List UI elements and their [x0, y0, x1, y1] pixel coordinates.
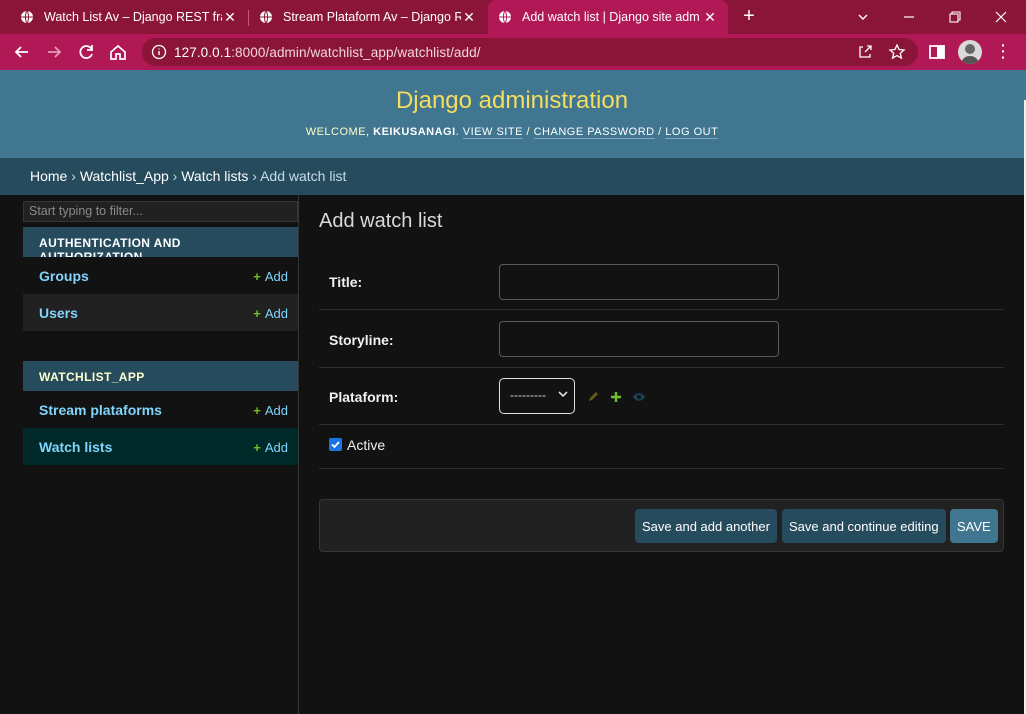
eye-icon[interactable] [632, 390, 646, 404]
bookmark-star-icon[interactable] [888, 43, 906, 61]
plus-icon: + [253, 440, 261, 455]
save-and-add-another-button[interactable]: Save and add another [635, 509, 777, 543]
browser-tab[interactable]: Stream Plataform Av – Django RE ✕ [249, 0, 487, 34]
welcome-text: Welcome, [305, 126, 370, 138]
page-title: Add watch list [319, 210, 443, 232]
browser-menu-icon[interactable]: ⋮ [994, 40, 1012, 64]
browser-tab[interactable]: Watch List Av – Django REST fram ✕ [10, 0, 248, 34]
platform-select[interactable]: --------- [499, 378, 575, 414]
home-icon[interactable] [107, 41, 129, 63]
pencil-icon[interactable] [586, 390, 600, 404]
platform-selected-value: --------- [510, 388, 546, 402]
address-bar[interactable]: 127.0.0.1:8000/admin/watchlist_app/watch… [142, 38, 918, 66]
tab-search-icon[interactable] [840, 0, 886, 34]
globe-icon [260, 10, 272, 24]
change-password-link[interactable]: Change password [533, 126, 655, 139]
add-stream-plataform-link[interactable]: + Add [253, 403, 288, 418]
form-row-storyline: Storyline: [319, 310, 1004, 368]
title-input[interactable] [499, 264, 779, 300]
add-users-link[interactable]: + Add [253, 306, 288, 321]
form-row-active: Active [319, 425, 1004, 469]
profile-avatar[interactable] [958, 40, 982, 64]
side-panel-icon[interactable] [926, 41, 948, 63]
globe-icon [21, 10, 33, 24]
username: keikusanagi [373, 126, 456, 138]
tab-title: Stream Plataform Av – Django RE [283, 10, 461, 24]
save-button[interactable]: SAVE [950, 509, 998, 543]
storyline-label: Storyline: [329, 332, 394, 348]
sidebar-item-stream-plataforms[interactable]: Stream plataforms + Add [23, 391, 298, 428]
globe-icon [499, 10, 511, 24]
plus-icon[interactable] [609, 390, 623, 404]
close-tab-icon[interactable]: ✕ [702, 9, 718, 26]
save-and-continue-button[interactable]: Save and continue editing [782, 509, 946, 543]
tab-title: Watch List Av – Django REST fram [44, 10, 222, 24]
sidebar-item-label[interactable]: Watch lists [39, 439, 112, 455]
storyline-input[interactable] [499, 321, 779, 357]
minimize-icon[interactable] [886, 0, 932, 34]
back-icon[interactable] [11, 41, 33, 63]
title-label: Title: [329, 274, 363, 290]
plus-icon: + [253, 403, 261, 418]
view-site-link[interactable]: View site [462, 126, 523, 139]
browser-tab-bar: Watch List Av – Django REST fram ✕ Strea… [0, 0, 1026, 34]
plus-icon: + [253, 269, 261, 284]
close-window-icon[interactable] [978, 0, 1024, 34]
sidebar-item-label[interactable]: Users [39, 305, 78, 321]
nav-filter-input[interactable]: Start typing to filter... [23, 201, 298, 222]
module-caption-auth[interactable]: Authentication and Authorization [23, 227, 298, 264]
breadcrumb: Home › Watchlist_App › Watch lists › Add… [0, 158, 1024, 195]
nav-sidebar: Start typing to filter... Authentication… [22, 195, 299, 714]
site-info-icon[interactable] [150, 43, 168, 61]
breadcrumb-home[interactable]: Home [30, 168, 67, 184]
add-groups-link[interactable]: + Add [253, 269, 288, 284]
sidebar-item-users[interactable]: Users + Add [23, 294, 298, 331]
plus-icon: + [253, 306, 261, 321]
sidebar-item-groups[interactable]: Groups + Add [23, 257, 298, 294]
active-label[interactable]: Active [347, 437, 385, 453]
site-brand[interactable]: Django administration [0, 87, 1024, 115]
module-caption-watchlist-app[interactable]: Watchlist_App [23, 361, 298, 391]
chevron-down-icon [558, 391, 568, 398]
share-icon[interactable] [856, 43, 874, 61]
url-text: 127.0.0.1:8000/admin/watchlist_app/watch… [174, 45, 481, 60]
logout-link[interactable]: Log out [665, 126, 719, 139]
active-checkbox[interactable] [329, 438, 342, 451]
platform-label: Plataform: [329, 389, 399, 405]
admin-header: Django administration Welcome, keikusana… [0, 70, 1024, 158]
restore-icon[interactable] [932, 0, 978, 34]
close-tab-icon[interactable]: ✕ [222, 9, 238, 26]
browser-tab-active[interactable]: Add watch list | Django site admi ✕ [488, 0, 728, 34]
sidebar-item-label[interactable]: Groups [39, 268, 89, 284]
close-tab-icon[interactable]: ✕ [461, 9, 477, 26]
form-row-platform: Plataform: --------- [319, 368, 1004, 425]
form-row-title: Title: [319, 253, 1004, 310]
tab-title: Add watch list | Django site admi [522, 10, 700, 24]
breadcrumb-current: Add watch list [260, 168, 347, 184]
forward-icon[interactable] [43, 41, 65, 63]
user-tools: Welcome, keikusanagi. View site / Change… [305, 126, 719, 139]
reload-icon[interactable] [75, 41, 97, 63]
breadcrumb-app[interactable]: Watchlist_App [80, 168, 169, 184]
browser-toolbar: 127.0.0.1:8000/admin/watchlist_app/watch… [0, 34, 1026, 70]
new-tab-icon[interactable]: + [738, 5, 760, 27]
breadcrumb-model[interactable]: Watch lists [181, 168, 248, 184]
add-watch-list-link[interactable]: + Add [253, 440, 288, 455]
submit-row: Save and add another Save and continue e… [319, 499, 1004, 552]
sidebar-item-watch-lists[interactable]: Watch lists + Add [23, 428, 298, 465]
sidebar-item-label[interactable]: Stream plataforms [39, 402, 162, 418]
